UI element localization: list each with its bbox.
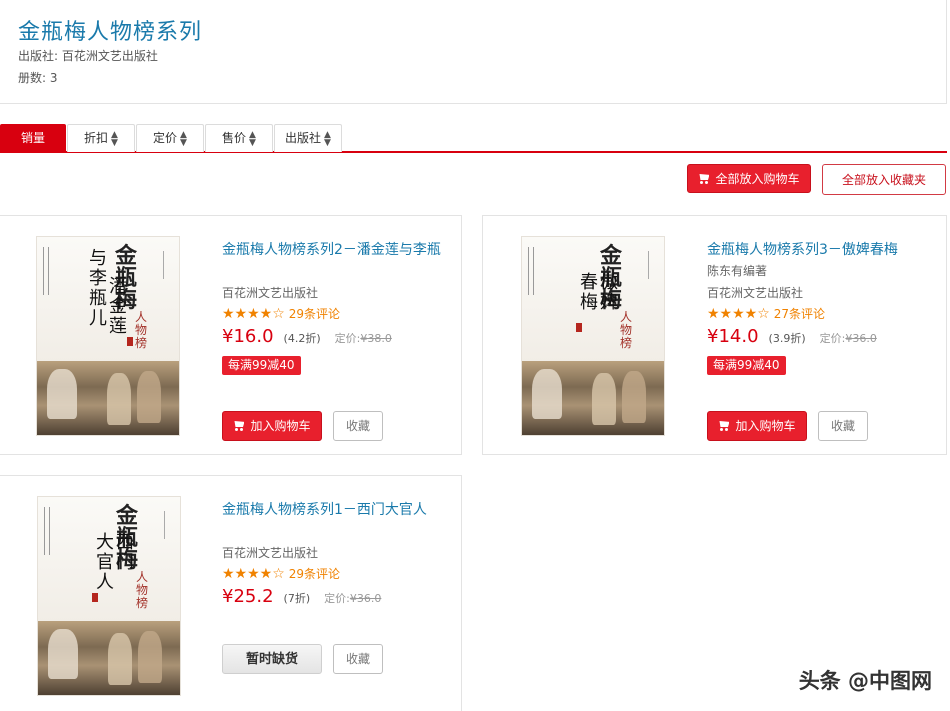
cover-subtitle: 人物榜 xyxy=(135,310,148,350)
cover-seal xyxy=(576,323,582,332)
cover-vertical-title: 大官人 xyxy=(96,532,114,593)
book-publisher: 百花洲文艺出版社 xyxy=(222,546,319,560)
star-rating-icon: ★★★★☆ xyxy=(707,306,770,322)
review-count-link[interactable]: 29条评论 xyxy=(289,307,340,321)
book-cover[interactable]: 金瓶梅 人物榜 与李瓶儿 潘金莲 xyxy=(36,236,180,436)
page-title: 金瓶梅人物榜系列 xyxy=(18,20,203,45)
book-card: 金瓶梅 人物榜 春梅 傲婢 金瓶梅人物榜系列3－傲婢春梅 陈东有编著 百花洲文艺… xyxy=(482,215,947,455)
review-count-link[interactable]: 29条评论 xyxy=(289,567,340,581)
publisher-info: 出版社: 百花洲文艺出版社 xyxy=(18,49,158,63)
sort-tab-label: 折扣 xyxy=(84,131,109,145)
add-to-cart-button[interactable]: 加入购物车 xyxy=(222,411,322,441)
sort-toggle-icon: ▲ ▼ xyxy=(249,129,256,148)
book-author[interactable]: 陈东有编著 xyxy=(707,262,767,279)
list-price: ¥36.0 xyxy=(349,592,382,605)
favorite-label: 收藏 xyxy=(830,419,855,433)
sort-toggle-icon: ▲ ▼ xyxy=(111,129,118,148)
discount-rate: (3.9折) xyxy=(768,332,806,345)
cover-decoration xyxy=(528,247,534,295)
list-price-label: 定价: xyxy=(324,592,350,605)
review-count-link[interactable]: 27条评论 xyxy=(774,307,825,321)
sort-bar: 销量 折扣 ▲ ▼ 定价 ▲ ▼ 售价 ▲ ▼ 出版社 ▲ ▼ xyxy=(0,124,947,153)
favorite-button[interactable]: 收藏 xyxy=(333,644,383,674)
watermark: 头条 @中图网 xyxy=(798,669,932,693)
cover-decoration xyxy=(44,507,50,555)
add-to-cart-label: 加入购物车 xyxy=(735,419,796,433)
sort-tab-list-price[interactable]: 定价 ▲ ▼ xyxy=(136,124,204,152)
book-cover[interactable]: 金瓶梅 人物榜 春梅 傲婢 xyxy=(521,236,665,436)
cover-seal xyxy=(127,337,133,346)
book-publisher: 百花洲文艺出版社 xyxy=(707,286,804,300)
book-card: 金瓶梅 人物榜 大官人 西门 金瓶梅人物榜系列1－西门大官人 百花洲文艺出版社 … xyxy=(0,475,462,711)
cover-vertical-title: 傲婢 xyxy=(600,272,618,313)
cover-subtitle: 人物榜 xyxy=(136,570,149,610)
list-price: ¥36.0 xyxy=(845,332,877,345)
discount-rate: (7折) xyxy=(283,592,311,605)
sort-tab-label: 出版社 xyxy=(285,131,322,145)
cover-decoration xyxy=(163,251,169,279)
add-all-to-cart-button[interactable]: 全部放入购物车 xyxy=(687,164,811,193)
book-title-link[interactable]: 金瓶梅人物榜系列3－傲婢春梅 xyxy=(707,239,898,259)
cart-icon xyxy=(698,174,710,184)
price-row: ¥25.2 (7折) 定价:¥36.0 xyxy=(222,586,381,607)
add-to-cart-label: 加入购物车 xyxy=(250,419,311,433)
volume-count: 册数: 3 xyxy=(18,71,58,85)
favorite-label: 收藏 xyxy=(345,419,370,433)
price-row: ¥16.0 (4.2折) 定价:¥38.0 xyxy=(222,326,392,347)
cover-vertical-title: 春梅 xyxy=(580,272,598,313)
star-rating-icon: ★★★★☆ xyxy=(222,566,285,582)
star-rating-icon: ★★★★☆ xyxy=(222,306,285,322)
sort-tab-sale-price[interactable]: 售价 ▲ ▼ xyxy=(205,124,273,152)
rating: ★★★★☆ 27条评论 xyxy=(707,305,825,322)
sort-toggle-icon: ▲ ▼ xyxy=(324,129,331,148)
list-price-label: 定价: xyxy=(819,332,846,345)
cover-decoration xyxy=(648,251,654,279)
out-of-stock-label: 暂时缺货 xyxy=(245,652,298,667)
sort-tab-label: 售价 xyxy=(222,131,247,145)
add-to-cart-button[interactable]: 加入购物车 xyxy=(707,411,807,441)
favorite-button[interactable]: 收藏 xyxy=(818,411,868,441)
cover-vertical-title: 西门 xyxy=(116,532,134,573)
cover-painting xyxy=(38,621,180,695)
out-of-stock-button[interactable]: 暂时缺货 xyxy=(222,644,322,674)
cart-icon xyxy=(718,421,730,431)
promo-badge[interactable]: 每满99减40 xyxy=(707,356,786,375)
cover-decoration xyxy=(43,247,49,295)
sort-toggle-icon: ▲ ▼ xyxy=(180,129,187,148)
cover-subtitle: 人物榜 xyxy=(620,310,633,350)
sort-tab-discount[interactable]: 折扣 ▲ ▼ xyxy=(67,124,135,152)
book-title-link[interactable]: 金瓶梅人物榜系列1－西门大官人 xyxy=(222,499,427,519)
list-price-label: 定价: xyxy=(334,332,361,345)
price-row: ¥14.0 (3.9折) 定价:¥36.0 xyxy=(707,326,877,347)
rating: ★★★★☆ 29条评论 xyxy=(222,305,340,322)
book-publisher: 百花洲文艺出版社 xyxy=(222,286,319,300)
sort-tab-label: 销量 xyxy=(20,131,45,145)
favorite-label: 收藏 xyxy=(345,652,370,666)
favorite-button[interactable]: 收藏 xyxy=(333,411,383,441)
promo-badge[interactable]: 每满99减40 xyxy=(222,356,301,375)
sort-tab-publisher[interactable]: 出版社 ▲ ▼ xyxy=(274,124,342,152)
cover-painting xyxy=(522,361,664,435)
sale-price: ¥14.0 xyxy=(707,326,759,347)
series-header: 金瓶梅人物榜系列 出版社: 百花洲文艺出版社 册数: 3 xyxy=(0,0,947,104)
list-price: ¥38.0 xyxy=(360,332,392,345)
sort-tab-label: 定价 xyxy=(153,131,178,145)
sale-price: ¥16.0 xyxy=(222,326,274,347)
book-card: 金瓶梅 人物榜 与李瓶儿 潘金莲 金瓶梅人物榜系列2－潘金莲与李瓶 百花洲文艺出… xyxy=(0,215,462,455)
cover-vertical-title: 潘金莲 xyxy=(109,276,127,337)
cover-decoration xyxy=(164,511,170,539)
cover-vertical-title: 与李瓶儿 xyxy=(89,248,107,329)
discount-rate: (4.2折) xyxy=(283,332,321,345)
cover-painting xyxy=(37,361,179,435)
add-all-to-cart-label: 全部放入购物车 xyxy=(715,172,800,186)
cart-icon xyxy=(233,421,245,431)
sort-tab-sales[interactable]: 销量 xyxy=(0,124,66,152)
cover-seal xyxy=(92,593,98,602)
sale-price: ¥25.2 xyxy=(222,586,274,607)
add-all-to-favorites-button[interactable]: 全部放入收藏夹 xyxy=(822,164,946,195)
book-title-link[interactable]: 金瓶梅人物榜系列2－潘金莲与李瓶 xyxy=(222,239,441,259)
add-all-to-favorites-label: 全部放入收藏夹 xyxy=(841,173,926,187)
rating: ★★★★☆ 29条评论 xyxy=(222,565,340,582)
book-cover[interactable]: 金瓶梅 人物榜 大官人 西门 xyxy=(37,496,181,696)
